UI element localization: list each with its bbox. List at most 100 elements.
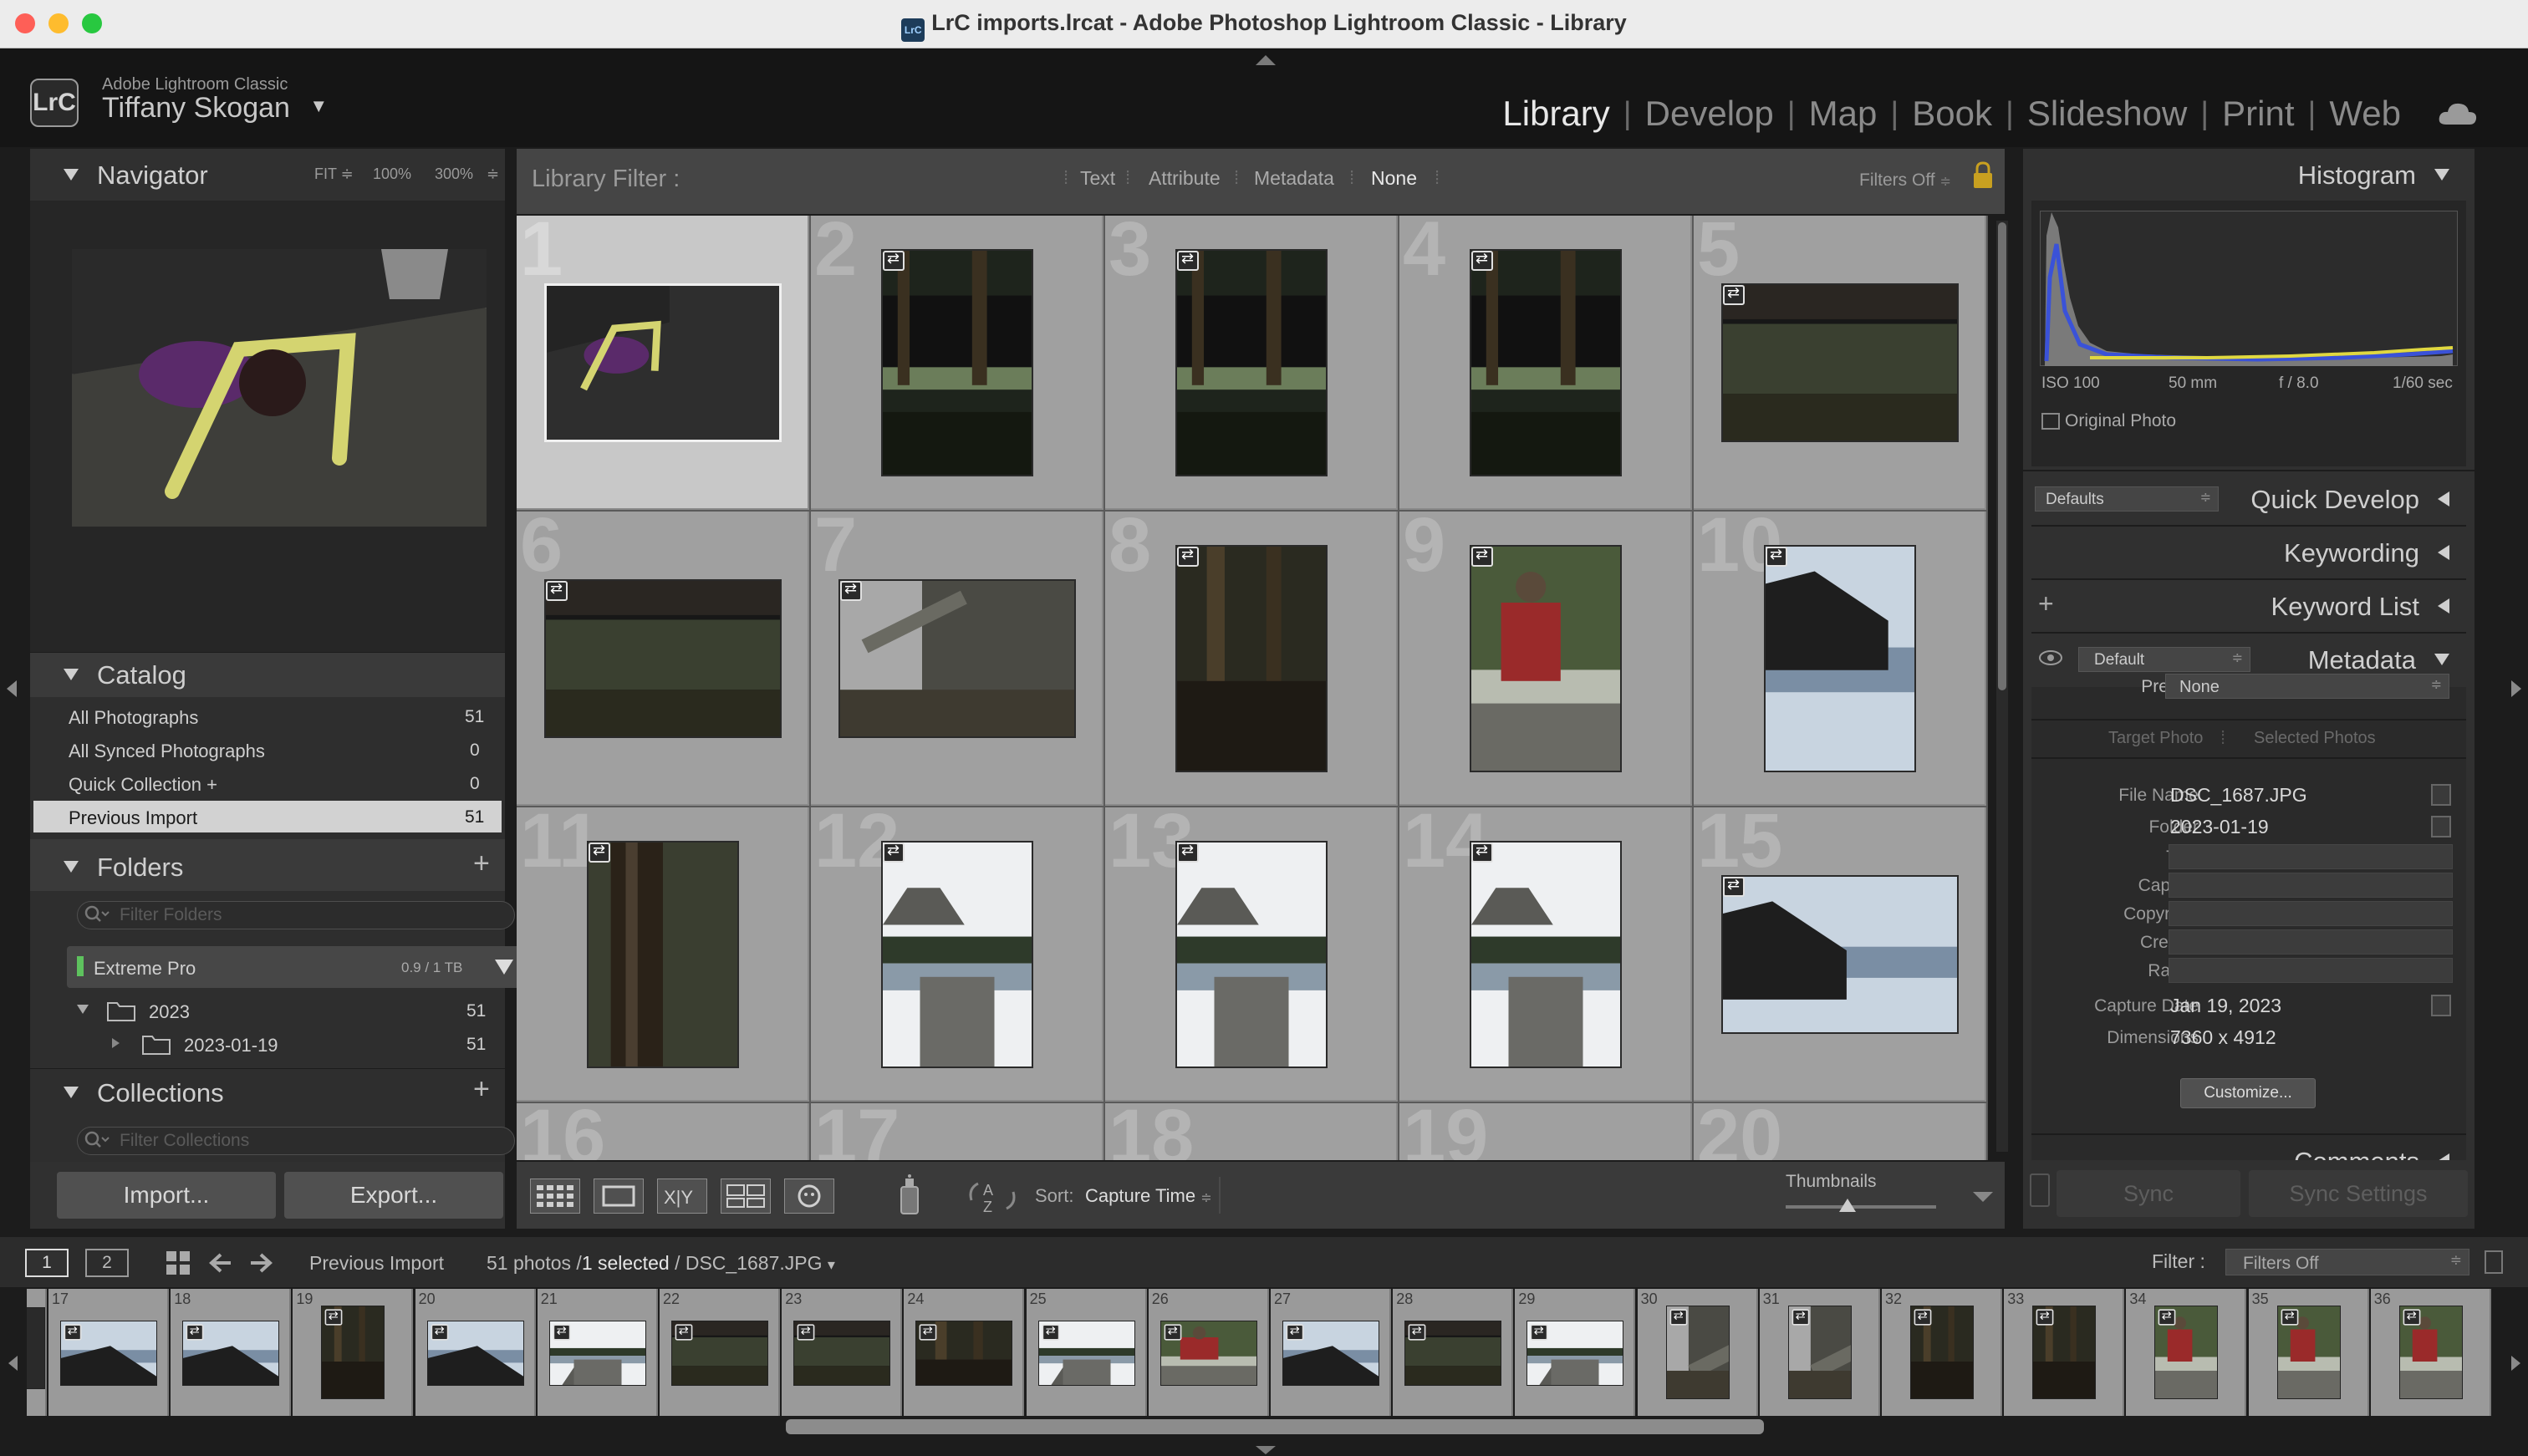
cloud-sync-icon[interactable] bbox=[2438, 101, 2478, 126]
left-panel-toggle-icon[interactable] bbox=[7, 680, 17, 697]
grid-cell[interactable]: 5 bbox=[1694, 216, 1986, 510]
edited-badge-icon[interactable] bbox=[1177, 842, 1199, 863]
collapsed-triangle-icon[interactable] bbox=[112, 1038, 120, 1048]
filter-metadata-option[interactable]: Metadata bbox=[1254, 167, 1334, 190]
thumbnail-size-slider[interactable] bbox=[1786, 1205, 1936, 1209]
add-folder-button[interactable]: + bbox=[473, 848, 490, 880]
catalog-item-all-synced[interactable]: All Synced Photographs 0 bbox=[30, 734, 505, 766]
filmstrip-cell[interactable]: 26 bbox=[1148, 1289, 1269, 1416]
photo-grid[interactable]: 1234567891011121314151617181920 bbox=[517, 216, 1988, 1160]
navigator-preview[interactable] bbox=[30, 201, 505, 652]
filmstrip-cell[interactable]: 24 bbox=[904, 1289, 1025, 1416]
photo-thumbnail[interactable] bbox=[1470, 249, 1622, 476]
edited-badge-icon[interactable] bbox=[1914, 1309, 1932, 1326]
filter-collections-input[interactable]: Filter Collections bbox=[77, 1127, 515, 1155]
folders-header[interactable]: Folders bbox=[64, 853, 183, 883]
filmstrip-cell[interactable]: 21 bbox=[537, 1289, 658, 1416]
filmstrip-cell[interactable]: 33 bbox=[2004, 1289, 2125, 1416]
folder-item-2023[interactable]: 2023 51 bbox=[30, 995, 505, 1026]
module-slideshow[interactable]: Slideshow bbox=[2014, 94, 2200, 134]
photo-thumbnail[interactable] bbox=[838, 579, 1076, 738]
top-panel-collapse-icon[interactable] bbox=[1256, 55, 1276, 65]
edited-badge-icon[interactable] bbox=[883, 842, 905, 863]
filmstrip-cell[interactable]: 31 bbox=[1759, 1289, 1914, 1416]
filmstrip-cell[interactable]: 17 bbox=[48, 1289, 185, 1423]
filter-text-option[interactable]: Text bbox=[1080, 167, 1115, 190]
filmstrip-cell[interactable]: 20 bbox=[415, 1289, 552, 1423]
add-keyword-button[interactable]: + bbox=[2038, 588, 2054, 619]
grid-cell[interactable]: 6 bbox=[517, 512, 809, 806]
thumbnail-slider-handle[interactable] bbox=[1839, 1199, 1856, 1212]
main-window-button[interactable]: 1 bbox=[25, 1249, 69, 1277]
grid-cell[interactable]: 17 bbox=[811, 1103, 1103, 1160]
edited-badge-icon[interactable] bbox=[2281, 1309, 2298, 1326]
filmstrip-cell[interactable]: 30 bbox=[1637, 1289, 1792, 1416]
edited-badge-icon[interactable] bbox=[186, 1324, 204, 1341]
module-library[interactable]: Library bbox=[1489, 94, 1623, 134]
photo-thumbnail[interactable] bbox=[1470, 545, 1622, 772]
edited-badge-icon[interactable] bbox=[553, 1324, 571, 1341]
edited-badge-icon[interactable] bbox=[1723, 876, 1745, 897]
filmstrip-cell[interactable]: 36 bbox=[2370, 1289, 2491, 1416]
edited-badge-icon[interactable] bbox=[1042, 1324, 1059, 1341]
filmstrip-cell[interactable]: 22 bbox=[660, 1289, 780, 1416]
quick-develop-preset-dropdown[interactable]: Defaults ≑ bbox=[2035, 486, 2219, 512]
edited-badge-icon[interactable] bbox=[1792, 1309, 1810, 1326]
keyword-list-header[interactable]: + Keyword List bbox=[2023, 580, 2474, 632]
grid-cell[interactable]: 3 bbox=[1105, 216, 1398, 510]
photo-thumbnail[interactable] bbox=[587, 841, 739, 1068]
grid-cell[interactable]: 18 bbox=[1105, 1103, 1398, 1160]
edited-badge-icon[interactable] bbox=[1530, 1324, 1548, 1341]
edited-badge-icon[interactable] bbox=[324, 1309, 343, 1326]
sort-criteria-dropdown[interactable]: Capture Time ≑ bbox=[1085, 1185, 1212, 1207]
right-panel-toggle-icon[interactable] bbox=[2511, 680, 2521, 697]
metadata-field-input[interactable] bbox=[2169, 929, 2453, 955]
grid-cell[interactable]: 20 bbox=[1694, 1103, 1986, 1160]
filmstrip-cell[interactable]: 28 bbox=[1393, 1289, 1514, 1416]
metadata-field-input[interactable] bbox=[2169, 958, 2453, 983]
filmstrip-cell[interactable]: 34 bbox=[2126, 1289, 2247, 1416]
metadata-field-value[interactable]: 2023-01-19 bbox=[2170, 816, 2269, 838]
grid-cell[interactable]: 16 bbox=[517, 1103, 809, 1160]
filmstrip-thumbnail[interactable] bbox=[27, 1307, 45, 1389]
volume-row[interactable]: Extreme Pro 0.9 / 1 TB bbox=[67, 946, 525, 988]
metadata-preset-dropdown[interactable]: Default ≑ bbox=[2078, 647, 2250, 672]
eye-icon[interactable] bbox=[2038, 649, 2063, 667]
catalog-item-quick-collection[interactable]: Quick Collection + 0 bbox=[30, 767, 505, 799]
edited-badge-icon[interactable] bbox=[1766, 546, 1787, 567]
painter-spray-icon[interactable] bbox=[894, 1173, 925, 1217]
module-develop[interactable]: Develop bbox=[1632, 94, 1787, 134]
filmstrip-cell[interactable]: 27 bbox=[1271, 1289, 1407, 1423]
photo-thumbnail[interactable] bbox=[544, 579, 782, 738]
filmstrip-source[interactable]: Previous Import bbox=[309, 1252, 444, 1275]
grid-cell[interactable]: 11 bbox=[517, 807, 809, 1102]
photo-thumbnail[interactable] bbox=[1721, 283, 1959, 442]
bottom-panel-collapse-icon[interactable] bbox=[1256, 1446, 1276, 1454]
original-photo-checkbox[interactable] bbox=[2041, 413, 2060, 430]
grid-cell[interactable]: 2 bbox=[811, 216, 1103, 510]
filmstrip-cell[interactable]: 19 bbox=[293, 1289, 414, 1416]
module-book[interactable]: Book bbox=[1899, 94, 2006, 134]
photo-thumbnail[interactable] bbox=[881, 841, 1033, 1068]
filmstrip-lock-toggle[interactable] bbox=[2485, 1250, 2503, 1274]
edited-badge-icon[interactable] bbox=[840, 580, 862, 601]
people-view-icon[interactable] bbox=[784, 1179, 834, 1214]
grid-cell[interactable]: 7 bbox=[811, 512, 1103, 806]
filmstrip-cell[interactable] bbox=[27, 1289, 47, 1416]
zoom-100-option[interactable]: 100% bbox=[373, 165, 411, 183]
photo-thumbnail[interactable] bbox=[1175, 249, 1328, 476]
add-collection-button[interactable]: + bbox=[473, 1073, 490, 1106]
filter-none-option[interactable]: None bbox=[1371, 167, 1417, 190]
edited-badge-icon[interactable] bbox=[1471, 250, 1493, 271]
lock-icon[interactable] bbox=[1971, 160, 1995, 191]
filmstrip-cell[interactable]: 35 bbox=[2248, 1289, 2369, 1416]
edited-badge-icon[interactable] bbox=[546, 580, 568, 601]
expand-triangle-icon[interactable] bbox=[77, 1005, 89, 1014]
export-button[interactable]: Export... bbox=[284, 1172, 503, 1219]
grid-cell[interactable]: 1 bbox=[517, 216, 809, 510]
edited-badge-icon[interactable] bbox=[64, 1324, 82, 1341]
keywording-header[interactable]: Keywording bbox=[2023, 527, 2474, 578]
photo-thumbnail[interactable] bbox=[881, 249, 1033, 476]
edited-badge-icon[interactable] bbox=[1286, 1324, 1304, 1341]
metadata-field-input[interactable] bbox=[2169, 873, 2453, 898]
